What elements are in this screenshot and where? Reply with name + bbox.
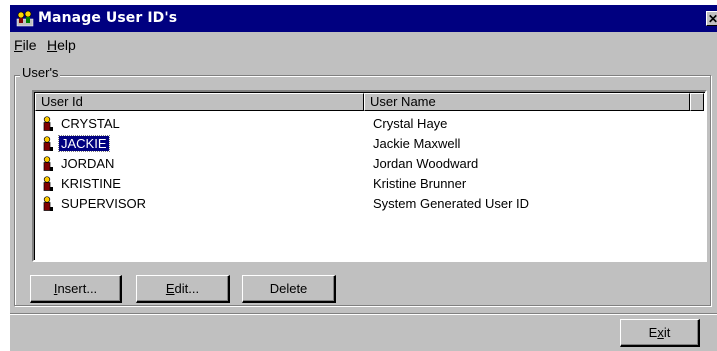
exit-label-end: it: [663, 325, 671, 340]
table-row[interactable]: CRYSTAL Crystal Haye: [35, 114, 700, 134]
menu-help-mnemonic: H: [47, 37, 58, 53]
edit-mnemonic: E: [165, 281, 175, 296]
users-group-label: User's: [20, 65, 61, 80]
user-id-cell: CRYSTAL: [61, 116, 120, 131]
users-app-icon: [16, 10, 34, 27]
table-row[interactable]: JORDAN Jordan Woodward: [35, 154, 700, 174]
user-icon: [43, 176, 53, 191]
close-icon: ✕: [707, 12, 717, 26]
table-row[interactable]: SUPERVISOR System Generated User ID: [35, 194, 700, 214]
user-id-cell: KRISTINE: [61, 176, 121, 191]
table-row[interactable]: KRISTINE Kristine Brunner: [35, 174, 700, 194]
footer-separator: [10, 313, 717, 315]
user-id-cell: JACKIE: [58, 135, 110, 152]
user-id-cell: SUPERVISOR: [61, 196, 147, 211]
close-button[interactable]: ✕: [706, 11, 717, 26]
insert-label: nsert...: [57, 281, 98, 296]
edit-label: dit...: [174, 281, 200, 296]
user-name-cell: Jackie Maxwell: [373, 136, 461, 151]
insert-button[interactable]: Insert...: [30, 275, 122, 303]
edit-button[interactable]: Edit...: [136, 275, 230, 303]
user-id-cell: JORDAN: [61, 156, 115, 171]
menu-bar: File Help: [10, 32, 717, 58]
list-header: User Id User Name: [35, 93, 705, 111]
user-name-cell: Kristine Brunner: [373, 176, 467, 191]
user-icon: [43, 196, 53, 211]
delete-button[interactable]: Delete: [242, 275, 336, 303]
exit-button[interactable]: Exit: [620, 319, 700, 347]
column-header-filler: [690, 93, 704, 111]
menu-help-label: elp: [57, 37, 76, 53]
menu-file[interactable]: File: [14, 37, 37, 53]
title-bar[interactable]: Manage User ID's ✕: [10, 5, 717, 32]
users-list[interactable]: User Id User Name CRYSTAL Crystal Haye JAC…: [32, 90, 707, 262]
menu-help[interactable]: Help: [47, 37, 76, 53]
user-name-cell: Jordan Woodward: [373, 156, 479, 171]
user-icon: [43, 116, 53, 131]
menu-file-mnemonic: F: [14, 37, 23, 53]
manage-user-ids-window: Manage User ID's ✕ File Help User's User…: [10, 5, 717, 351]
column-header-user-name[interactable]: User Name: [364, 93, 690, 111]
delete-label: Delete: [269, 281, 308, 296]
user-name-cell: System Generated User ID: [373, 196, 530, 211]
table-row[interactable]: JACKIE Jackie Maxwell: [35, 134, 700, 154]
user-name-cell: Crystal Haye: [373, 116, 448, 131]
menu-file-label: ile: [22, 37, 37, 53]
window-title: Manage User ID's: [38, 10, 178, 26]
column-header-user-id[interactable]: User Id: [35, 93, 364, 111]
user-icon: [43, 136, 53, 151]
user-icon: [43, 156, 53, 171]
